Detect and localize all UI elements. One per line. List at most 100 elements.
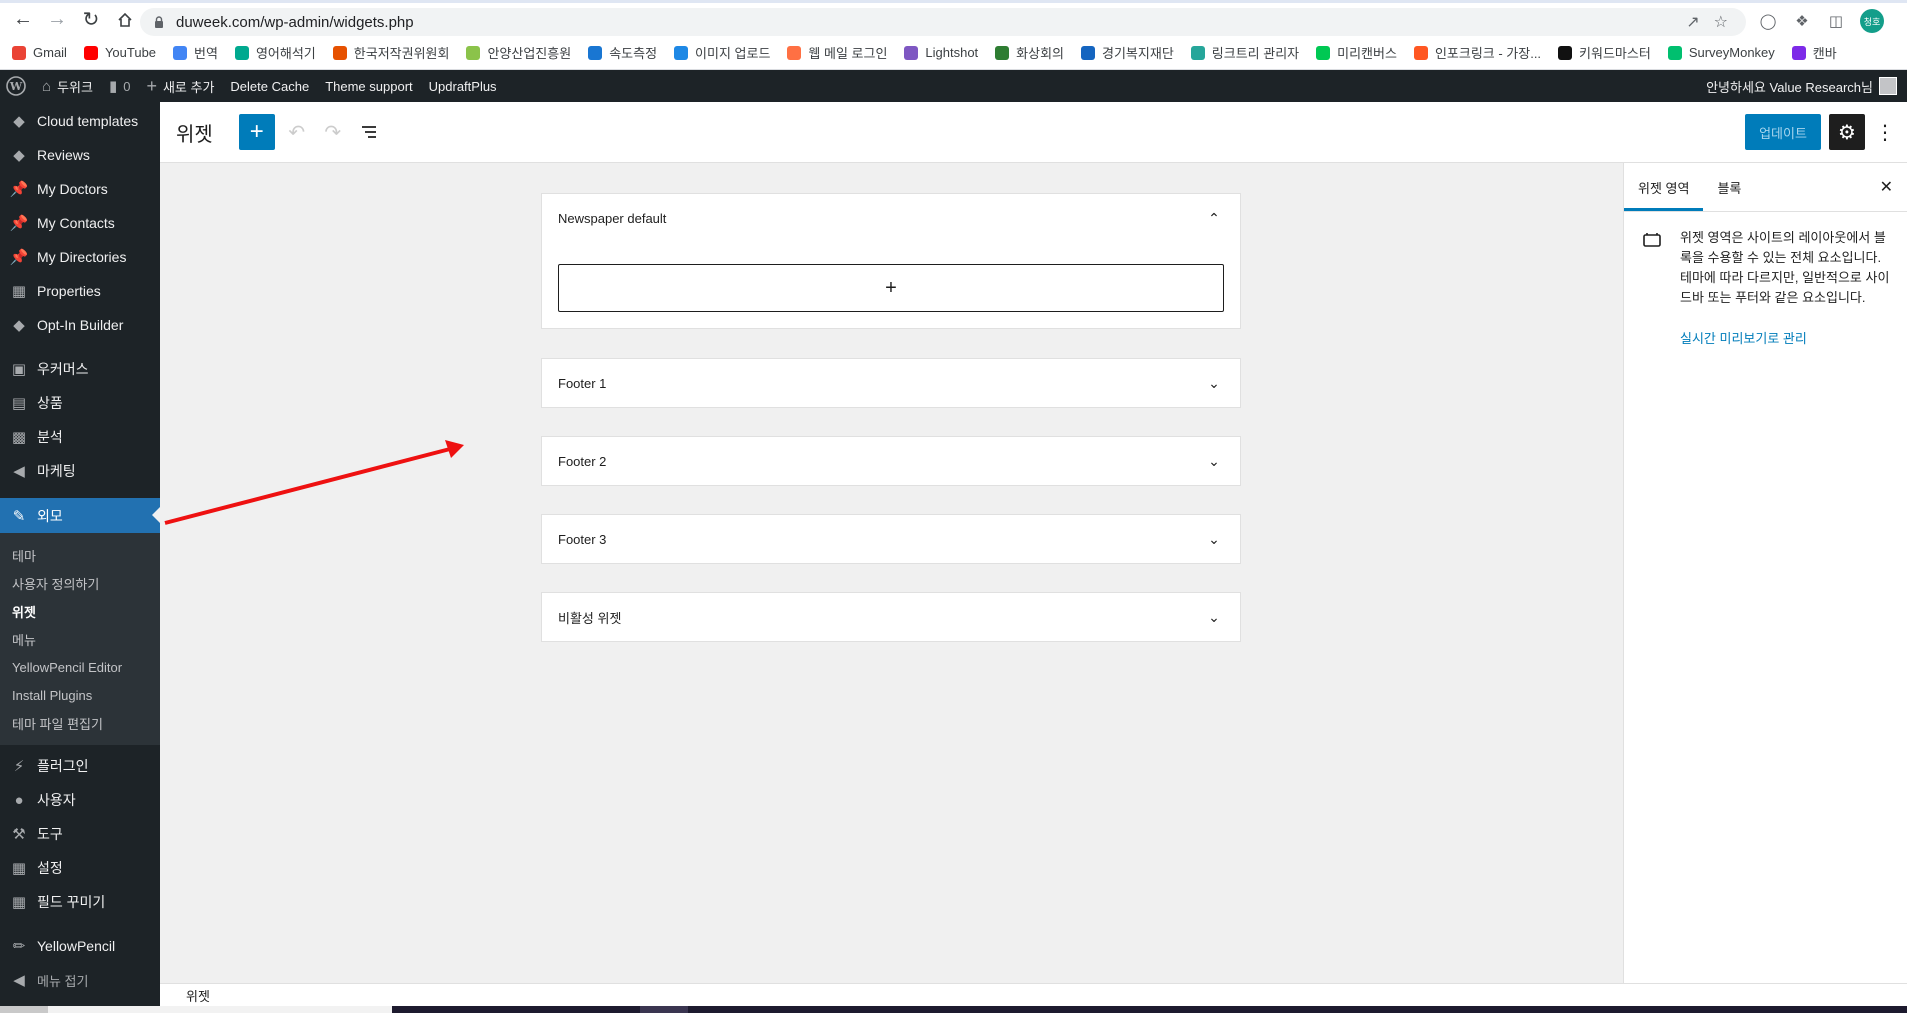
widget-area-footer-3[interactable]: Footer 3 ⌄ [541, 514, 1241, 564]
puzzle-extensions-icon[interactable]: ❖ [1792, 11, 1812, 31]
add-block-button[interactable]: + [238, 114, 275, 150]
update-button[interactable]: 업데이트 [1745, 114, 1821, 150]
undo-icon: ↶ [288, 121, 306, 144]
list-view-button[interactable] [351, 114, 387, 150]
breadcrumb-item[interactable]: 위젯 [186, 986, 210, 1005]
sidebar-item[interactable]: ⚒ 도구 [0, 817, 160, 851]
plus-icon: + [885, 276, 897, 299]
chevron-up-icon[interactable]: ⌃ [1204, 210, 1224, 227]
profile-avatar[interactable]: 청호 [1860, 9, 1884, 33]
sidebar-item[interactable]: ▦ 설정 [0, 851, 160, 885]
bookmark-item[interactable]: 인포크링크 - 가장... [1413, 43, 1541, 62]
redo-button[interactable]: ↷ [315, 114, 351, 150]
share-icon[interactable]: ↗ [1686, 12, 1699, 32]
sidebar-item[interactable]: ◆ Opt-In Builder [0, 308, 160, 342]
bookmark-item[interactable]: Gmail [12, 45, 67, 60]
submenu-item[interactable]: YellowPencil Editor [0, 653, 160, 681]
more-options-button[interactable]: ⋮ [1873, 114, 1897, 150]
manage-live-preview-link[interactable]: 실시간 미리보기로 관리 [1680, 328, 1890, 347]
account-menu[interactable]: 안녕하세요 Value Research님 [1706, 70, 1897, 102]
sidebar-item[interactable]: ▦ Properties [0, 274, 160, 308]
widget-area-header[interactable]: Footer 2 ⌄ [542, 437, 1240, 485]
sidebar-item[interactable]: ▦ 필드 꾸미기 [0, 885, 160, 919]
sidebar-item[interactable]: ▤ 상품 [0, 386, 160, 420]
bookmark-item[interactable]: 번역 [173, 43, 218, 62]
theme-support-link[interactable]: Theme support [317, 70, 420, 102]
shield-extension-icon[interactable]: ◯ [1758, 11, 1778, 31]
sidebar-item[interactable]: ◆ Cloud templates [0, 104, 160, 138]
sidebar-item-label: Opt-In Builder [37, 317, 124, 333]
bookmark-star-icon[interactable]: ☆ [1714, 12, 1728, 32]
wordpress-logo-icon[interactable]: W [0, 70, 34, 102]
address-bar[interactable]: duweek.com/wp-admin/widgets.php ↗ ☆ [140, 8, 1746, 36]
bookmark-item[interactable]: 링크트리 관리자 [1190, 43, 1299, 62]
chevron-down-icon[interactable]: ⌄ [1204, 531, 1224, 548]
collapse-menu-button[interactable]: ◀ 메뉴 접기 [0, 963, 160, 997]
submenu-item[interactable]: 테마 [0, 541, 160, 569]
sidebar-item[interactable]: ◀ 마케팅 [0, 454, 160, 488]
bookmark-item[interactable]: 캔바 [1791, 43, 1837, 62]
sidebar-item[interactable]: 📌 My Contacts [0, 206, 160, 240]
submenu-item[interactable]: 메뉴 [0, 625, 160, 653]
widget-area-header[interactable]: Footer 1 ⌄ [542, 359, 1240, 407]
widget-area-footer-1[interactable]: Footer 1 ⌄ [541, 358, 1241, 408]
new-content-link[interactable]: + 새로 추가 [138, 70, 222, 102]
bookmark-item[interactable]: Lightshot [904, 45, 978, 60]
bookmark-item[interactable]: 속도측정 [588, 43, 657, 62]
chevron-down-icon[interactable]: ⌄ [1204, 453, 1224, 470]
comments-link[interactable]: ▮ 0 [101, 70, 139, 102]
undo-button[interactable]: ↶ [279, 114, 315, 150]
delete-cache-link[interactable]: Delete Cache [222, 70, 317, 102]
pencil-icon: ✏ [12, 938, 26, 955]
back-arrow-icon[interactable]: ← [6, 5, 40, 35]
bookmark-item[interactable]: 영어해석기 [234, 43, 316, 62]
bookmark-item[interactable]: 한국저작권위원회 [332, 43, 449, 62]
submenu-item[interactable]: 테마 파일 편집기 [0, 709, 160, 737]
sidebar-item-label: 상품 [37, 395, 63, 411]
sidebar-item-label: 외모 [37, 507, 63, 524]
tab-block[interactable]: 블록 [1703, 163, 1755, 211]
bookmark-favicon-icon [83, 45, 98, 60]
sidebar-item[interactable]: ▩ 분석 [0, 420, 160, 454]
sidebar-item[interactable]: ▣ 우커머스 [0, 352, 160, 386]
submenu-item[interactable]: 위젯 [0, 597, 160, 625]
menu-kebab-icon[interactable]: ⋮ [1898, 11, 1907, 31]
bookmark-item[interactable]: 안양산업진흥원 [466, 43, 571, 62]
submenu-item[interactable]: 사용자 정의하기 [0, 569, 160, 597]
sidebar-item[interactable]: ◆ Reviews [0, 138, 160, 172]
widget-area-header[interactable]: Footer 3 ⌄ [542, 515, 1240, 563]
sidebar-item[interactable]: ✏ YellowPencil [0, 929, 160, 963]
bookmark-item[interactable]: 이미지 업로드 [674, 43, 770, 62]
sidebar-item[interactable]: 📌 My Doctors [0, 172, 160, 206]
tab-widget-areas[interactable]: 위젯 영역 [1624, 163, 1703, 211]
sidebar-item[interactable]: ● 사용자 [0, 783, 160, 817]
widget-area-header[interactable]: Newspaper default ⌃ [542, 194, 1240, 242]
widget-area-header[interactable]: 비활성 위젯 ⌄ [542, 593, 1240, 641]
reload-icon[interactable]: ↻ [74, 5, 108, 35]
chevron-down-icon[interactable]: ⌄ [1204, 375, 1224, 392]
updraftplus-link[interactable]: UpdraftPlus [421, 70, 505, 102]
sidebar-item[interactable]: ✎ 외모 [0, 498, 160, 533]
bookmark-item[interactable]: YouTube [83, 45, 156, 60]
chevron-down-icon[interactable]: ⌄ [1204, 609, 1224, 626]
site-name-link[interactable]: ⌂ 두위크 [34, 70, 101, 102]
widget-area-newspaper-default[interactable]: Newspaper default ⌃ + [541, 193, 1241, 329]
home-icon[interactable] [108, 5, 142, 35]
bookmark-label: Gmail [33, 45, 67, 60]
bookmark-item[interactable]: SurveyMonkey [1667, 45, 1775, 60]
widget-area-inactive-widgets[interactable]: 비활성 위젯 ⌄ [541, 592, 1241, 642]
widget-area-footer-2[interactable]: Footer 2 ⌄ [541, 436, 1241, 486]
sidepanel-icon[interactable]: ◫ [1826, 11, 1846, 31]
sidebar-item[interactable]: 📌 My Directories [0, 240, 160, 274]
settings-button[interactable]: ⚙ [1829, 114, 1865, 150]
submenu-item[interactable]: Install Plugins [0, 681, 160, 709]
bookmark-item[interactable]: 키워드마스터 [1558, 43, 1651, 62]
bookmark-item[interactable]: 화상회의 [995, 43, 1064, 62]
block-appender-button[interactable]: + [558, 264, 1224, 312]
bookmark-item[interactable]: 웹 메일 로그인 [787, 43, 887, 62]
sidebar-item[interactable]: ⚡ 플러그인 [0, 749, 160, 783]
bookmark-item[interactable]: 미리캔버스 [1316, 43, 1397, 62]
close-icon[interactable]: ✕ [1880, 177, 1893, 197]
forward-arrow-icon[interactable]: → [40, 5, 74, 35]
bookmark-item[interactable]: 경기복지재단 [1081, 43, 1174, 62]
